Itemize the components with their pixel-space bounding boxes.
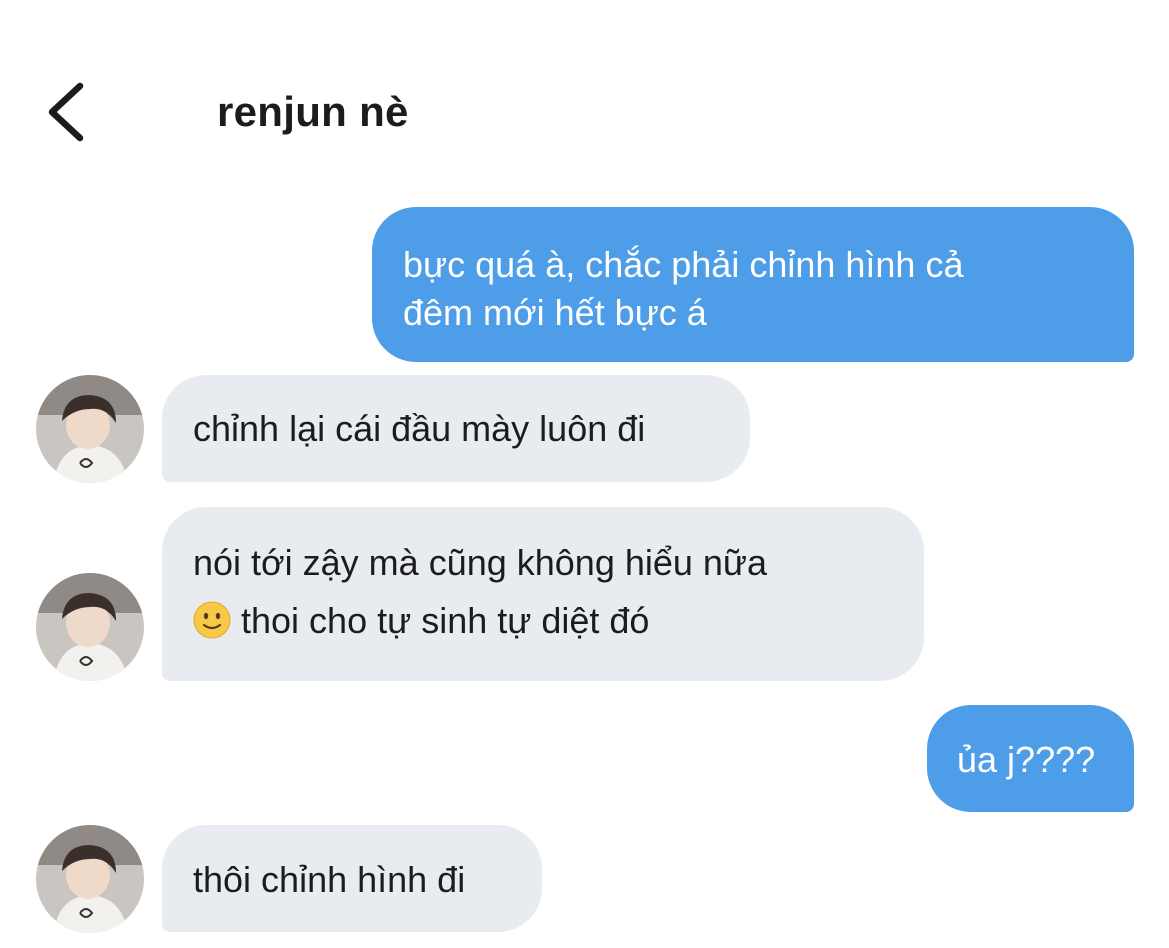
message-text: ủa j????: [957, 739, 1096, 780]
back-button[interactable]: [40, 80, 100, 144]
message-text: thôi chỉnh hình đi: [193, 859, 466, 900]
avatar[interactable]: [36, 825, 144, 933]
message-outgoing[interactable]: bực quá à, chắc phải chỉnh hình cả đêm m…: [372, 207, 1134, 362]
message-incoming[interactable]: nói tới zậy mà cũng không hiểu nữa thoi …: [162, 507, 924, 681]
avatar[interactable]: [36, 573, 144, 681]
message-text: chỉnh lại cái đầu mày luôn đi: [193, 408, 646, 449]
message-text: đêm mới hết bực á: [403, 292, 707, 333]
message-incoming[interactable]: chỉnh lại cái đầu mày luôn đi: [162, 375, 750, 482]
message-text: thoi cho tự sinh tự diệt đó: [241, 600, 650, 641]
message-line-with-emoji: thoi cho tự sinh tự diệt đó: [193, 597, 894, 645]
message-text: bực quá à, chắc phải chỉnh hình cả: [403, 244, 964, 285]
slightly-smiling-face-icon: [193, 601, 231, 639]
chat-header: renjun nè: [0, 0, 1169, 200]
avatar[interactable]: [36, 375, 144, 483]
message-incoming[interactable]: thôi chỉnh hình đi: [162, 825, 542, 932]
message-outgoing[interactable]: ủa j????: [927, 705, 1134, 812]
message-text: nói tới zậy mà cũng không hiểu nữa: [193, 542, 768, 583]
contact-name: renjun nè: [217, 88, 409, 135]
chevron-left-icon: [48, 82, 84, 142]
